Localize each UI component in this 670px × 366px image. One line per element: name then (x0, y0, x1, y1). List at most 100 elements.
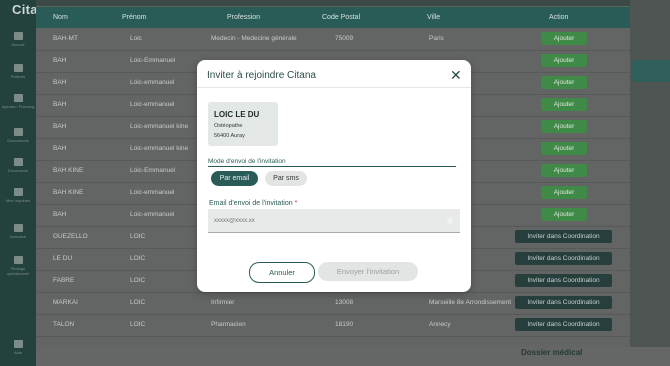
cell-nom: BAH (53, 57, 67, 64)
cell-nom: BAH (53, 101, 67, 108)
cell-nom: BAH KINE (53, 167, 84, 174)
pilotage-icon (13, 256, 23, 264)
sidebar-item-agenda[interactable]: Agenda / Planning (0, 94, 36, 109)
cell-prenom: LOIC (130, 277, 146, 284)
cell-prenom: Loic-emmanuel (130, 101, 175, 108)
cell-nom: FABRE (53, 277, 75, 284)
add-button[interactable]: Ajouter (541, 164, 587, 177)
cell-prenom: LOIC (130, 299, 146, 306)
add-button[interactable]: Ajouter (541, 208, 587, 221)
sidebar-item-requetes[interactable]: Mes requêtes (0, 188, 36, 203)
cell-prenom: LOIC (130, 255, 146, 262)
cell-cp: 18190 (335, 321, 354, 328)
add-button[interactable]: Ajouter (541, 76, 587, 89)
invite-coordination-button[interactable]: Inviter dans Coordination (515, 296, 612, 309)
cell-prenom: Loic-emmanuel (130, 211, 175, 218)
cell-nom: BAH (53, 123, 67, 130)
col-profession: Profession (227, 14, 261, 21)
sidebar-item-accueil[interactable]: Accueil (0, 32, 36, 47)
cell-prenom: Loic-emmanuel kine (130, 123, 189, 130)
user-card: LOIC LE DU Ostéopathe 56400 Auray (208, 102, 278, 146)
cell-nom: BAH (53, 79, 67, 86)
right-panel-tab[interactable] (632, 60, 670, 82)
cell-ville: Paris (429, 35, 444, 42)
table-header: Nom Prénom Profession Code Postal Ville … (36, 7, 630, 28)
col-code-postal: Code Postal (322, 14, 361, 21)
invite-modal: Inviter à rejoindre Citana ✕ LOIC LE DU … (197, 60, 471, 292)
sidebar-item-aide[interactable]: Aide (0, 340, 36, 355)
chat-icon (13, 128, 23, 136)
cell-nom: BAH (53, 211, 67, 218)
cell-nom: LE DU (53, 255, 73, 262)
cell-nom: GUEZELLO (53, 233, 88, 240)
cell-nom: BAH KINE (53, 189, 84, 196)
cell-prenom: Loic-emmanuel (130, 79, 175, 86)
invite-coordination-button[interactable]: Inviter dans Coordination (515, 318, 612, 331)
email-input[interactable] (208, 209, 460, 233)
email-label: Email d'envoi de l'invitation * (209, 200, 298, 207)
cell-prenom: Loic-emmanuel (130, 189, 175, 196)
cell-cp: 75009 (335, 35, 354, 42)
cell-prenom: Loic-Emmanuel (130, 167, 176, 174)
cell-nom: BAH-MT (53, 35, 78, 42)
sidebar-item-discussions[interactable]: Discussions (0, 128, 36, 143)
table-row: MARKAI LOIC Infirmier 13008 Marseille 8e Arr… (36, 292, 630, 315)
close-icon[interactable]: ✕ (450, 67, 462, 84)
right-panel (630, 0, 670, 366)
top-bar (36, 0, 670, 6)
add-button[interactable]: Ajouter (541, 32, 587, 45)
table-row: TALON LOIC Pharmacien 18190 Annecy Inviter da… (36, 314, 630, 337)
sidebar-item-pilotage[interactable]: Pilotage opérationnel (0, 256, 36, 276)
help-icon (13, 340, 23, 348)
cell-nom: MARKAI (53, 299, 78, 306)
cell-prenom: Loic-emmanuel kine (130, 145, 189, 152)
table-row: BAH-MT Loic Medecin - Medecine générale 750… (36, 28, 630, 51)
document-icon (13, 158, 23, 166)
add-button[interactable]: Ajouter (541, 98, 587, 111)
cell-ville: Marseille 8e Arrondissement (429, 299, 512, 306)
invite-coordination-button[interactable]: Inviter dans Coordination (515, 230, 612, 243)
sidebar-item-patients[interactable]: Patients (0, 64, 36, 79)
cell-profession: Pharmacien (211, 321, 246, 328)
mode-underline (208, 166, 456, 167)
cell-prenom: LOIC (130, 321, 146, 328)
add-button[interactable]: Ajouter (541, 142, 587, 155)
user-address: 56400 Auray (214, 133, 245, 139)
cell-prenom: LOIC (130, 233, 146, 240)
cell-nom: TALON (53, 321, 75, 328)
cell-cp: 13008 (335, 299, 354, 306)
add-button[interactable]: Ajouter (541, 186, 587, 199)
modal-title: Inviter à rejoindre Citana (207, 70, 316, 81)
required-marker: * (294, 200, 298, 207)
cell-prenom: Loic-Emmanuel (130, 57, 176, 64)
calendar-icon (13, 94, 23, 102)
user-profession: Ostéopathe (214, 123, 243, 129)
cancel-button[interactable]: Annuler (249, 262, 315, 283)
cell-profession: Medecin - Medecine générale (211, 35, 297, 42)
directory-icon (13, 224, 23, 232)
cell-profession: Infirmier (211, 299, 235, 306)
cell-ville: Annecy (429, 321, 451, 328)
add-button[interactable]: Ajouter (541, 120, 587, 133)
mode-label: Mode d'envoi de l'invitation (208, 158, 286, 165)
home-icon (13, 32, 23, 40)
invite-coordination-button[interactable]: Inviter dans Coordination (515, 252, 612, 265)
col-prenom: Prénom (122, 14, 147, 21)
cell-prenom: Loic (130, 35, 142, 42)
patients-icon (13, 64, 23, 72)
modal-divider (197, 87, 471, 88)
send-invitation-button[interactable]: Envoyer l'invitation (318, 262, 418, 281)
sidebar-item-annuaire[interactable]: Annuaire (0, 224, 36, 239)
user-name: LOIC LE DU (214, 110, 260, 119)
cell-nom: BAH (53, 145, 67, 152)
mode-email-pill[interactable]: Par email (211, 171, 258, 186)
request-icon (13, 188, 23, 196)
mode-sms-pill[interactable]: Par sms (265, 171, 307, 186)
sidebar-item-documents[interactable]: Documents (0, 158, 36, 173)
col-ville: Ville (427, 14, 441, 21)
col-action: Action (549, 14, 569, 21)
input-status-icon (447, 218, 453, 224)
add-button[interactable]: Ajouter (541, 54, 587, 67)
dossier-medical-title: Dossier médical (521, 348, 583, 357)
invite-coordination-button[interactable]: Inviter dans Coordination (515, 274, 612, 287)
